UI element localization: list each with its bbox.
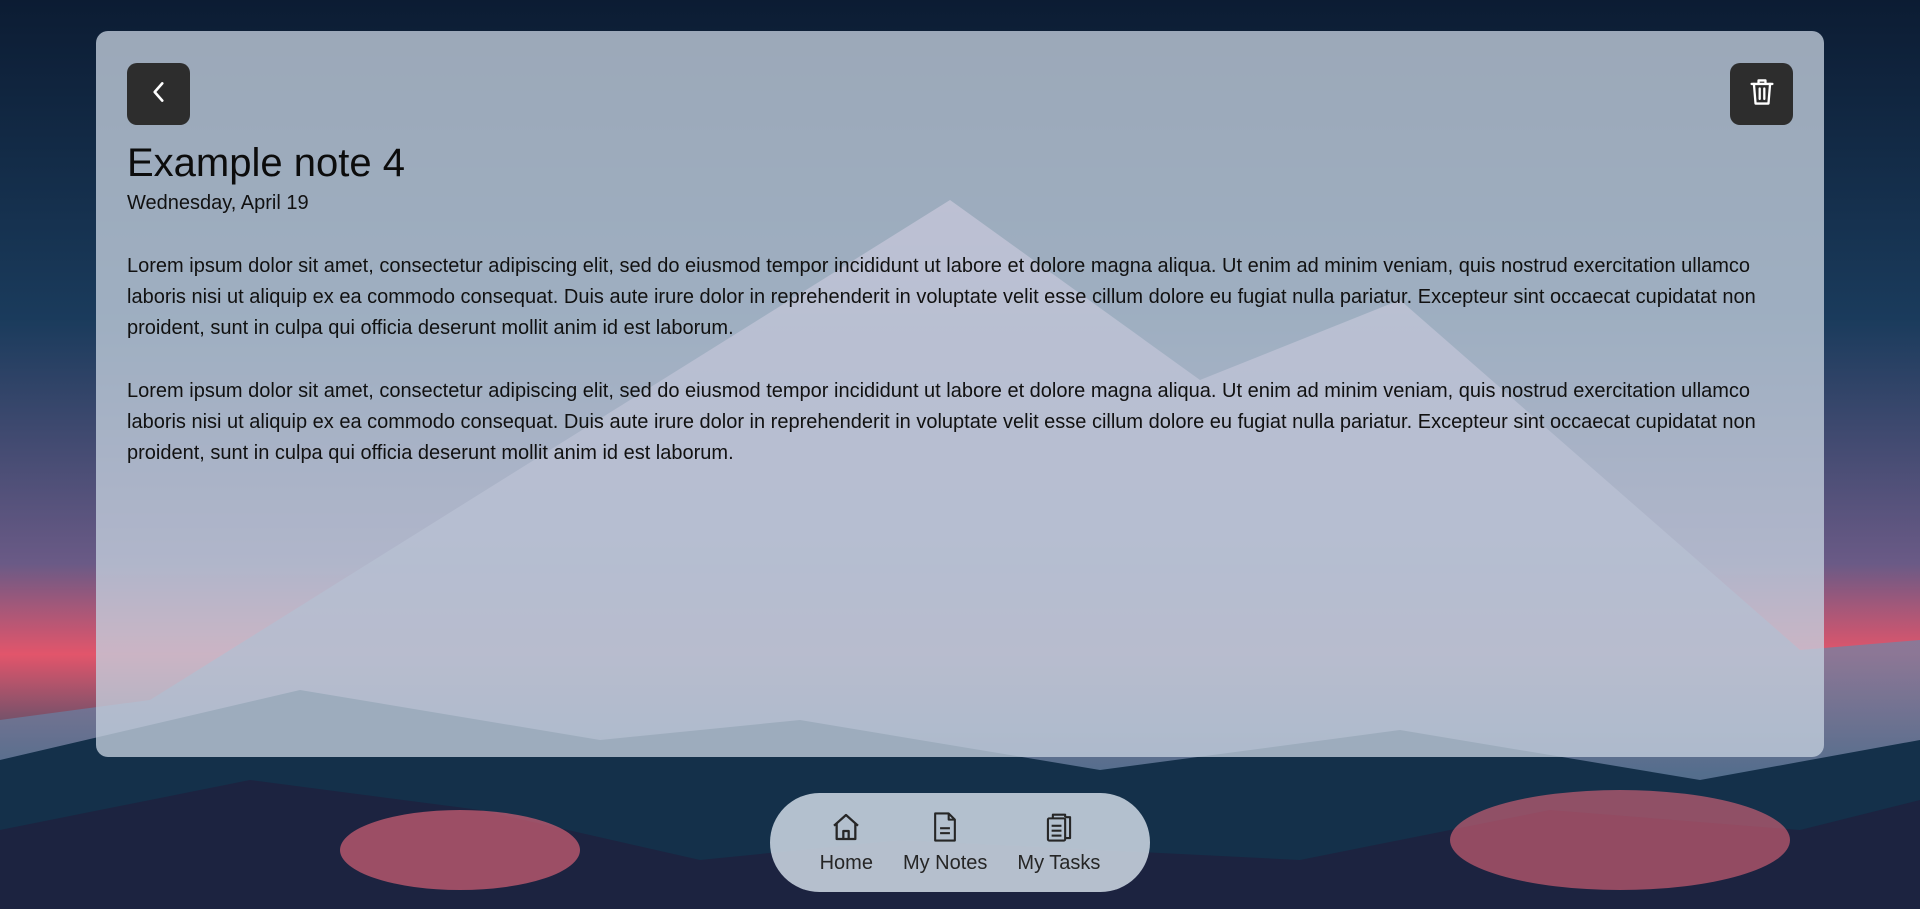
back-button[interactable]	[127, 63, 190, 125]
nav-item-my-tasks[interactable]: My Tasks	[1017, 811, 1100, 875]
chevron-left-icon	[146, 79, 172, 110]
trash-icon	[1748, 77, 1776, 112]
nav-label: My Tasks	[1017, 851, 1101, 874]
note-icon	[930, 811, 960, 848]
note-paragraph: Lorem ipsum dolor sit amet, consectetur …	[127, 255, 1756, 339]
home-icon	[829, 811, 863, 848]
bottom-nav: Home My Notes My Tasks	[770, 793, 1150, 892]
nav-item-home[interactable]: Home	[820, 811, 873, 875]
nav-label: Home	[819, 851, 873, 874]
nav-label: My Notes	[902, 851, 988, 874]
note-title: Example note 4	[127, 141, 405, 185]
nav-item-my-notes[interactable]: My Notes	[903, 811, 987, 875]
note-panel: Example note 4 Wednesday, April 19 Lorem…	[96, 31, 1824, 757]
note-date: Wednesday, April 19	[127, 192, 309, 214]
delete-button[interactable]	[1730, 63, 1793, 125]
note-paragraph: Lorem ipsum dolor sit amet, consectetur …	[127, 380, 1756, 464]
note-body: Lorem ipsum dolor sit amet, consectetur …	[127, 251, 1792, 501]
clipboard-icon	[1043, 811, 1075, 848]
